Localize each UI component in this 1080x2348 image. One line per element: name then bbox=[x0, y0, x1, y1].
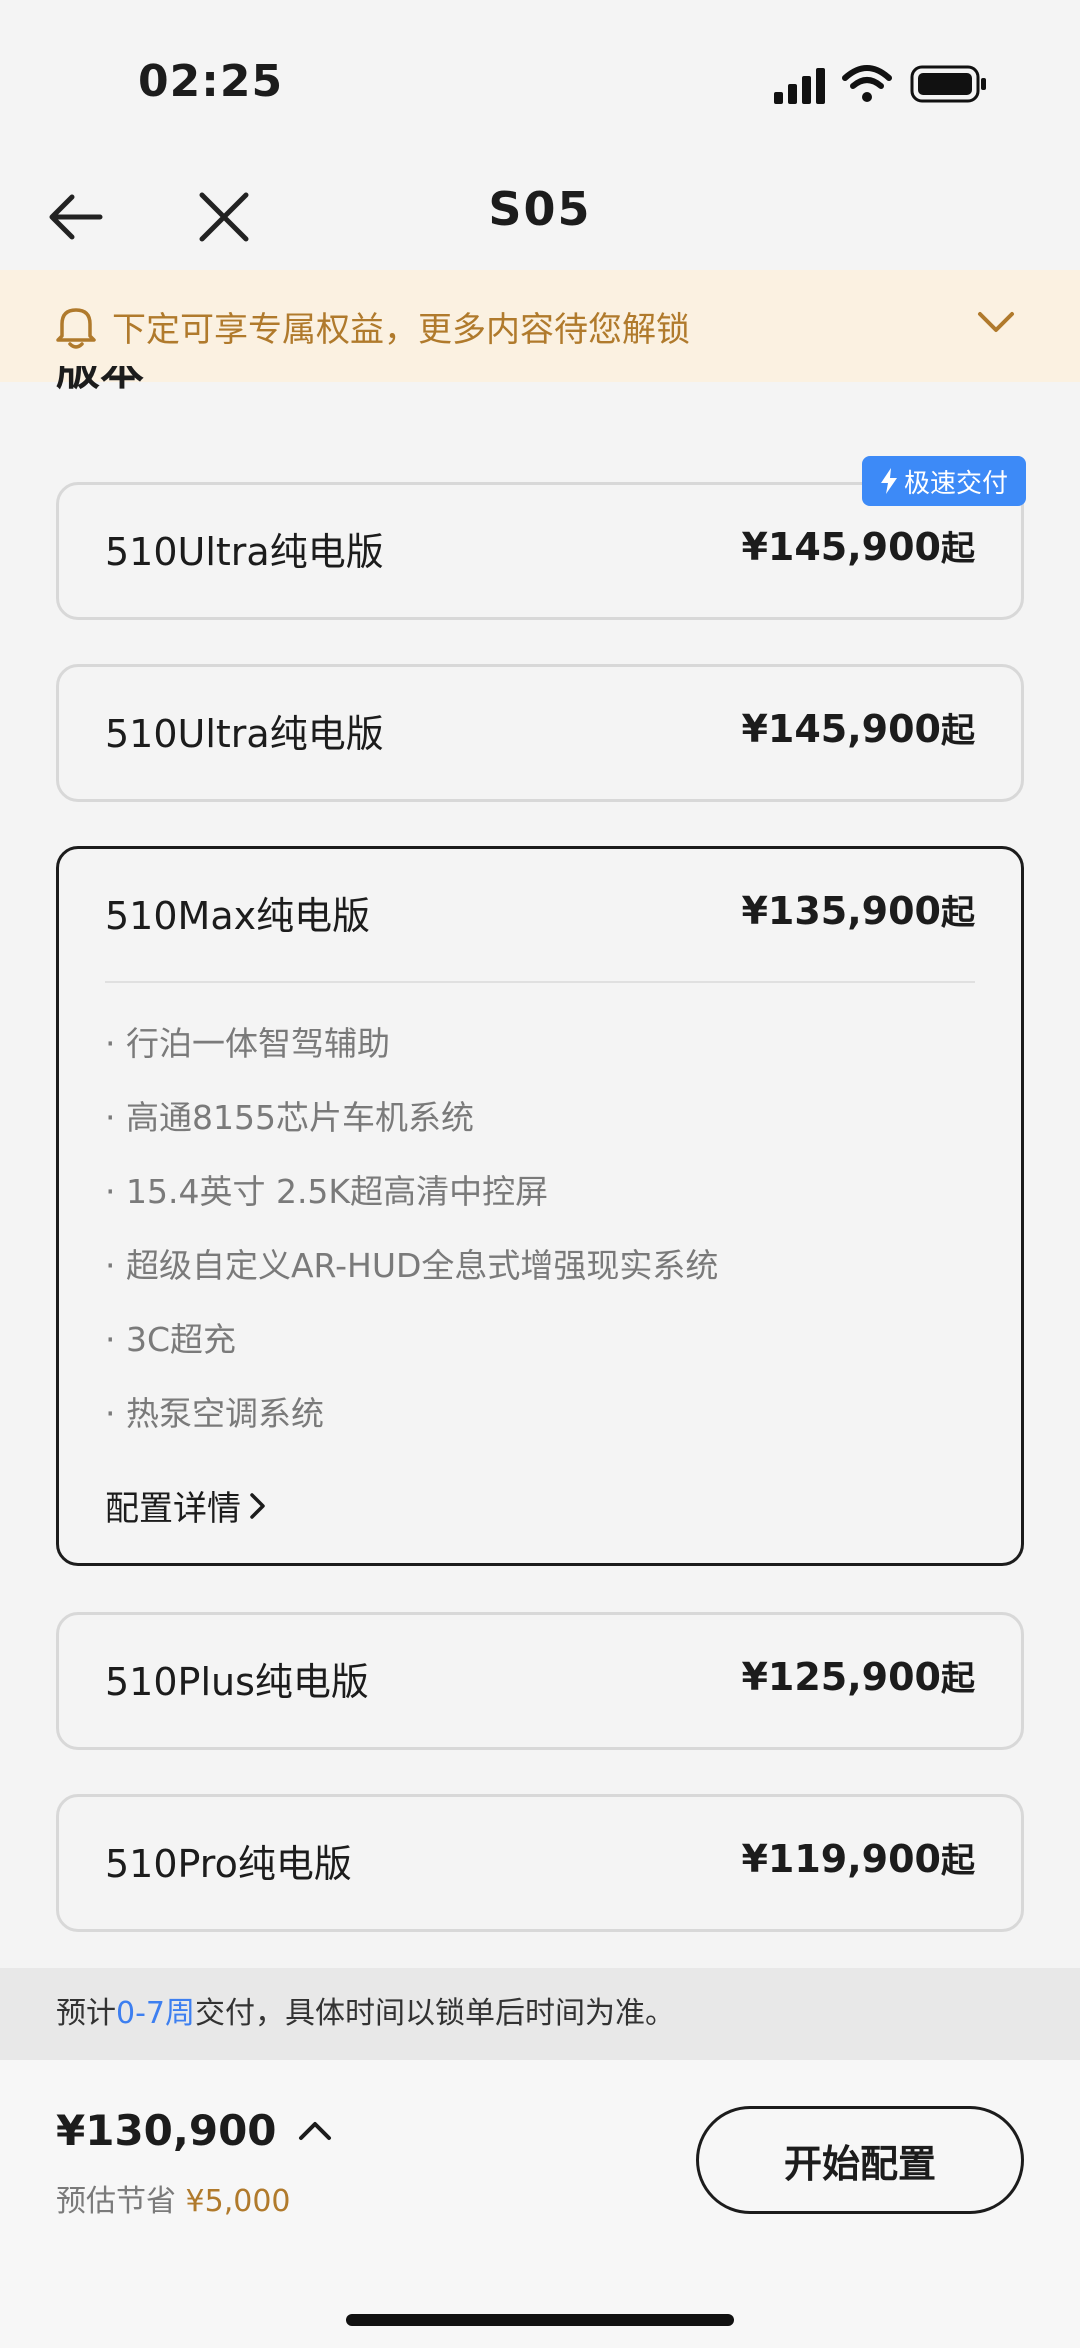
status-bar: 02:25 bbox=[0, 0, 1080, 150]
version-card-ultra-2[interactable]: 510Ultra纯电版 ¥145,900起 bbox=[56, 664, 1024, 802]
start-config-button[interactable]: 开始配置 bbox=[696, 2106, 1024, 2214]
lightning-icon bbox=[880, 468, 897, 494]
chevron-down-icon[interactable] bbox=[976, 310, 1016, 336]
battery-icon bbox=[910, 65, 986, 103]
status-time: 02:25 bbox=[138, 56, 284, 107]
divider bbox=[105, 981, 975, 983]
delivery-weeks: 0-7周 bbox=[116, 1996, 195, 2031]
version-price: ¥145,900起 bbox=[741, 525, 975, 569]
version-price: ¥119,900起 bbox=[741, 1837, 975, 1881]
nav-bar: S05 bbox=[0, 160, 1080, 270]
version-name: 510Plus纯电版 bbox=[105, 1660, 369, 1704]
home-indicator bbox=[346, 2314, 734, 2326]
version-name: 510Ultra纯电版 bbox=[105, 712, 384, 756]
bell-icon bbox=[56, 308, 96, 349]
bottom-bar: ¥130,900 预估节省 ¥5,000 开始配置 bbox=[0, 2060, 1080, 2348]
page-title: S05 bbox=[488, 182, 592, 236]
feature-item: · 3C超充 bbox=[105, 1320, 237, 1359]
version-price: ¥135,900起 bbox=[741, 889, 975, 933]
version-price: ¥125,900起 bbox=[741, 1655, 975, 1699]
chevron-up-icon[interactable] bbox=[298, 2120, 332, 2142]
section-title: 版本 bbox=[56, 366, 144, 395]
chevron-right-icon bbox=[250, 1492, 265, 1519]
feature-item: · 超级自定义AR-HUD全息式增强现实系统 bbox=[105, 1246, 719, 1285]
feature-item: · 热泵空调系统 bbox=[105, 1394, 324, 1433]
total-price[interactable]: ¥130,900 bbox=[56, 2106, 277, 2155]
delivery-note: 预计0-7周交付，具体时间以锁单后时间为准。 bbox=[0, 1968, 1080, 2060]
fast-delivery-badge: 极速交付 bbox=[862, 456, 1026, 506]
version-card-pro[interactable]: 510Pro纯电版 ¥119,900起 bbox=[56, 1794, 1024, 1932]
config-detail-link[interactable]: 配置详情 bbox=[105, 1481, 267, 1530]
version-card-plus[interactable]: 510Plus纯电版 ¥125,900起 bbox=[56, 1612, 1024, 1750]
savings-amount: ¥5,000 bbox=[185, 2184, 291, 2219]
wifi-icon bbox=[842, 65, 892, 102]
signal-icon bbox=[774, 68, 825, 104]
version-name: 510Ultra纯电版 bbox=[105, 530, 384, 574]
feature-item: · 15.4英寸 2.5K超高清中控屏 bbox=[105, 1172, 549, 1211]
feature-item: · 行泊一体智驾辅助 bbox=[105, 1024, 390, 1063]
promo-text: 下定可享专属权益，更多内容待您解锁 bbox=[112, 310, 690, 350]
version-name: 510Max纯电版 bbox=[105, 894, 371, 938]
version-name: 510Pro纯电版 bbox=[105, 1842, 352, 1886]
estimated-savings: 预估节省 ¥5,000 bbox=[56, 2184, 291, 2219]
feature-list: · 行泊一体智驾辅助 · 高通8155芯片车机系统 · 15.4英寸 2.5K超… bbox=[105, 1019, 718, 1463]
version-price: ¥145,900起 bbox=[741, 707, 975, 751]
feature-item: · 高通8155芯片车机系统 bbox=[105, 1098, 474, 1137]
version-card-max[interactable]: 510Max纯电版 ¥135,900起 · 行泊一体智驾辅助 · 高通8155芯… bbox=[56, 846, 1024, 1566]
